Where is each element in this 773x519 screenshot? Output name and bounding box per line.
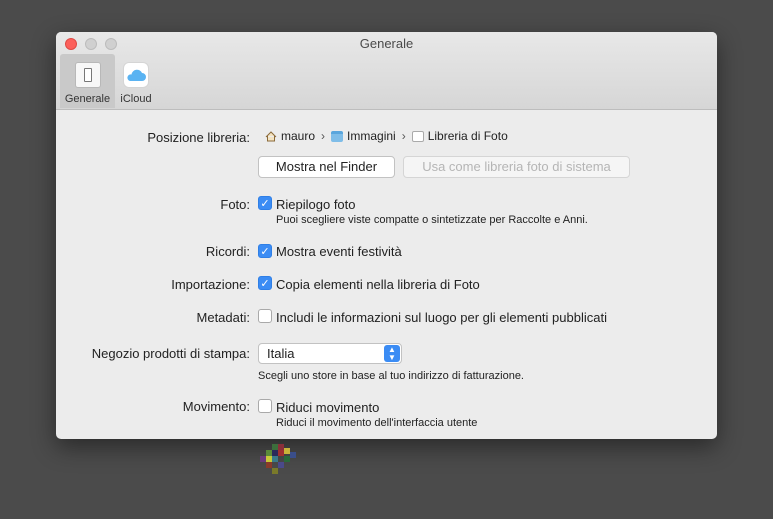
holiday-events-option: Mostra eventi festività xyxy=(276,244,402,259)
path-segment-pictures[interactable]: Immagini xyxy=(331,129,396,143)
holiday-events-checkbox[interactable]: ✓ xyxy=(258,244,272,258)
general-switch-icon xyxy=(74,62,101,88)
print-store-value: Italia xyxy=(267,346,295,361)
chevron-right-icon: › xyxy=(401,129,406,143)
photos-summary-option: Riepilogo foto xyxy=(276,197,356,212)
library-location-label: Posizione libreria: xyxy=(147,130,250,145)
metadata-label: Metadati: xyxy=(196,310,250,325)
path-segment-home[interactable]: mauro xyxy=(265,129,315,143)
home-icon xyxy=(265,130,277,142)
path-home-label: mauro xyxy=(281,129,316,143)
folder-icon xyxy=(331,130,344,142)
print-store-select[interactable]: Italia ▲ ▼ xyxy=(258,343,402,364)
path-library-label: Libreria di Foto xyxy=(427,129,508,143)
photos-label: Foto: xyxy=(220,197,250,212)
path-segment-library[interactable]: Libreria di Foto xyxy=(411,129,508,143)
pixel-logo-icon xyxy=(260,444,296,474)
photos-summary-checkbox[interactable]: ✓ xyxy=(258,196,272,210)
use-as-system-library-button[interactable]: Usa come libreria foto di sistema xyxy=(403,156,630,178)
preferences-window: Generale Generale iCloud Posizione libre… xyxy=(56,32,717,439)
motion-label: Movimento: xyxy=(182,399,250,414)
chevron-right-icon: › xyxy=(321,129,326,143)
print-store-help: Scegli uno store in base al tuo indirizz… xyxy=(258,370,524,382)
toolbar: Generale Generale iCloud xyxy=(56,32,717,110)
copy-items-option: Copia elementi nella libreria di Foto xyxy=(276,277,480,292)
copy-items-checkbox[interactable]: ✓ xyxy=(258,276,272,290)
library-path: mauro › Immagini › Libreria di Foto xyxy=(265,129,508,143)
tab-general-label: Generale xyxy=(64,93,111,105)
import-label: Importazione: xyxy=(171,277,250,292)
path-pictures-label: Immagini xyxy=(347,129,396,143)
window-title: Generale xyxy=(359,36,414,51)
memories-label: Ricordi: xyxy=(205,244,250,259)
reduce-motion-option: Riduci movimento xyxy=(276,400,380,415)
reduce-motion-help: Riduci il movimento dell'interfaccia ute… xyxy=(276,417,478,429)
print-store-label: Negozio prodotti di stampa: xyxy=(91,346,250,361)
up-down-arrows-icon: ▲ ▼ xyxy=(384,345,400,362)
reduce-motion-checkbox[interactable] xyxy=(258,399,272,413)
photos-summary-help: Puoi scegliere viste compatte o sintetiz… xyxy=(276,214,588,226)
include-location-option: Includi le informazioni sul luogo per gl… xyxy=(276,310,607,325)
icloud-icon xyxy=(123,62,149,88)
photos-library-icon xyxy=(411,130,424,142)
tab-icloud-label: iCloud xyxy=(120,93,152,105)
tab-general[interactable]: Generale xyxy=(60,54,115,108)
include-location-checkbox[interactable] xyxy=(258,309,272,323)
tab-icloud[interactable]: iCloud xyxy=(116,54,156,108)
show-in-finder-button[interactable]: Mostra nel Finder xyxy=(258,156,395,178)
